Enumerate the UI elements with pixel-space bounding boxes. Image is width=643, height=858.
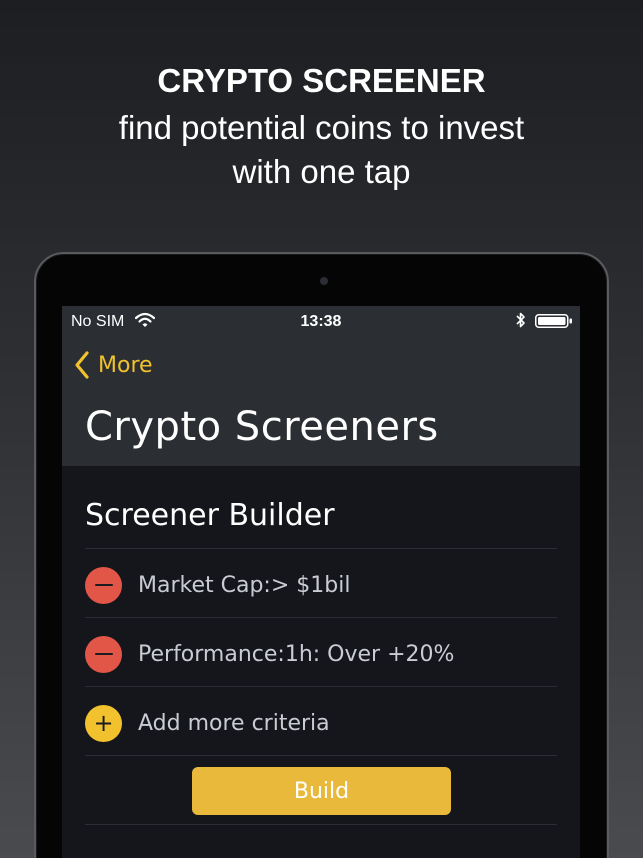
promo-subtitle-line-1: find potential coins to invest (118, 109, 525, 146)
battery-icon (535, 314, 572, 328)
back-button[interactable]: More (74, 349, 153, 381)
bluetooth-icon (516, 312, 525, 328)
remove-criterion-button[interactable] (85, 566, 122, 604)
section-title: Screener Builder (85, 498, 335, 533)
minus-icon (94, 652, 113, 656)
criterion-row[interactable]: Market Cap:> $1bil (85, 551, 557, 619)
divider (85, 617, 557, 618)
build-button[interactable]: Build (192, 767, 451, 815)
divider (85, 755, 557, 756)
front-camera (320, 277, 328, 285)
add-criteria-row[interactable]: + Add more criteria (85, 689, 557, 757)
chevron-left-icon (75, 351, 89, 379)
page-title: Crypto Screeners (85, 404, 439, 450)
divider (85, 548, 557, 549)
navigation-header: No SIM 13:38 More Crypto Screeners (62, 306, 580, 466)
promo-subtitle-line-2: with one tap (232, 153, 411, 190)
criterion-label: Market Cap:> $1bil (138, 572, 351, 598)
divider (85, 686, 557, 687)
promo-title: CRYPTO SCREENER (157, 62, 486, 99)
promo-subtitle: find potential coins to invest with one … (0, 106, 643, 194)
minus-icon (94, 583, 113, 587)
criterion-row[interactable]: Performance:1h: Over +20% (85, 620, 557, 688)
plus-icon: + (93, 709, 114, 737)
app-screen: No SIM 13:38 More Crypto Screeners Scree… (62, 306, 580, 858)
back-button-label: More (98, 352, 153, 378)
remove-criterion-button[interactable] (85, 635, 122, 673)
status-time: 13:38 (300, 313, 342, 330)
divider (85, 824, 557, 825)
criterion-label: Performance:1h: Over +20% (138, 641, 455, 667)
add-criteria-label: Add more criteria (138, 710, 330, 736)
add-criterion-button[interactable]: + (85, 704, 122, 742)
status-bar: No SIM 13:38 (62, 306, 580, 336)
